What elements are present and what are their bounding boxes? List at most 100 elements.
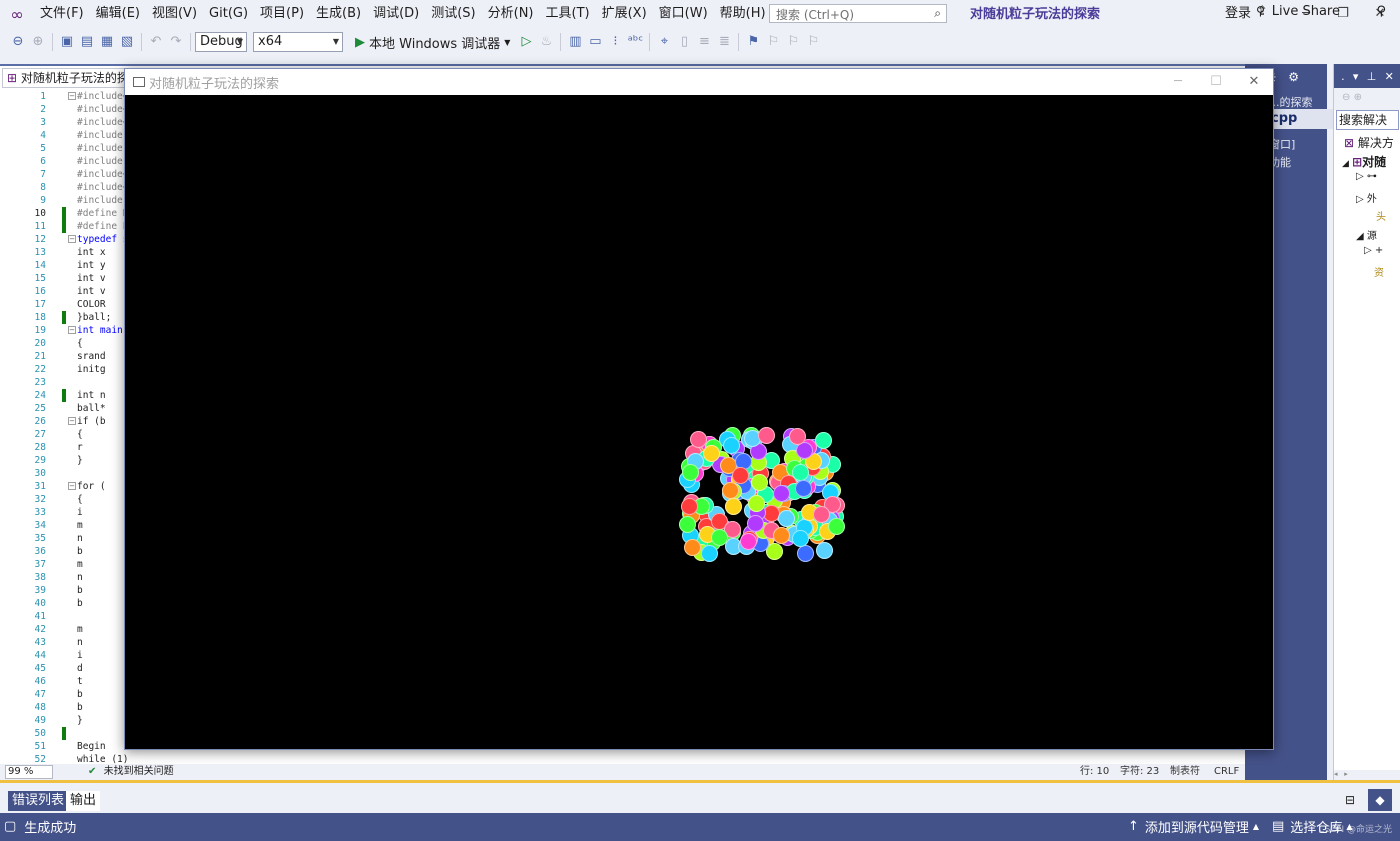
- code-line: r: [77, 442, 83, 453]
- solution-search-input[interactable]: 搜索解决: [1336, 110, 1399, 130]
- add-to-source-control-button[interactable]: ↑ 添加到源代码管理 ▲: [1128, 817, 1259, 836]
- undo-icon[interactable]: ↶: [146, 32, 166, 52]
- panel-item-explore[interactable]: ...的探索: [1269, 94, 1313, 110]
- open-file-icon[interactable]: ▤: [77, 32, 97, 52]
- login-button[interactable]: 登录: [1225, 0, 1251, 28]
- fold-toggle-icon[interactable]: −: [68, 482, 76, 490]
- solution-explorer-header: . ▾ ⊥ ✕: [1334, 64, 1400, 88]
- new-project-icon[interactable]: ▣: [57, 32, 77, 52]
- close-icon[interactable]: ✕: [1235, 69, 1273, 95]
- line-ending-indicator[interactable]: CRLF: [1214, 765, 1239, 779]
- gear-icon[interactable]: ⚙: [1288, 70, 1299, 84]
- line-number: 14: [34, 260, 46, 271]
- search-input[interactable]: 搜索 (Ctrl+Q) ⌕: [769, 4, 947, 23]
- forward-icon[interactable]: ⊕: [1354, 92, 1362, 103]
- source-files-node[interactable]: ◢ 源: [1356, 227, 1377, 242]
- format-icon[interactable]: ▯: [674, 32, 694, 52]
- abc-check-icon[interactable]: ᵃᵇᶜ: [625, 32, 645, 52]
- header-files-node[interactable]: 头: [1376, 208, 1386, 223]
- menu-item[interactable]: 测试(S): [425, 0, 481, 28]
- fold-toggle-icon[interactable]: −: [68, 235, 76, 243]
- tabs-indicator[interactable]: 制表符: [1170, 765, 1200, 779]
- spell-check-icon[interactable]: ⁝: [605, 32, 625, 52]
- solution-platform-dropdown[interactable]: x64 ▼: [253, 32, 343, 52]
- solution-configuration-dropdown[interactable]: Debug ▼: [195, 32, 247, 52]
- line-number: 34: [34, 520, 46, 531]
- menu-item[interactable]: 编辑(E): [90, 0, 146, 28]
- menu-item[interactable]: 扩展(X): [596, 0, 653, 28]
- menu-item[interactable]: 帮助(H): [714, 0, 772, 28]
- menu-item[interactable]: 项目(P): [254, 0, 310, 28]
- navigate-forward-icon[interactable]: ⊕: [28, 32, 48, 52]
- visual-studio-window: ∞ 文件(F) 编辑(E) 视图(V) Git(G) 项目(P) 生成(B) 调试(D) 测试…: [0, 0, 1400, 841]
- save-all-icon[interactable]: ▧: [117, 32, 137, 52]
- start-without-debugging-icon[interactable]: ▷: [516, 32, 536, 52]
- redo-icon[interactable]: ↷: [166, 32, 186, 52]
- layout-icon[interactable]: ▭: [585, 32, 605, 52]
- resource-files-node[interactable]: 资: [1374, 264, 1384, 279]
- code-line: }: [77, 455, 83, 466]
- code-line: t: [77, 676, 83, 687]
- code-line: ball*: [77, 403, 106, 414]
- particle-canvas[interactable]: [125, 95, 1273, 749]
- menu-item[interactable]: 工具(T): [540, 0, 596, 28]
- find-in-files-icon[interactable]: ⌖: [654, 32, 674, 52]
- navigate-back-icon[interactable]: ⊖: [8, 32, 28, 52]
- line-number: 16: [34, 286, 46, 297]
- save-icon[interactable]: ▦: [97, 32, 117, 52]
- more-options-icon[interactable]: .: [1341, 70, 1345, 83]
- external-deps-node[interactable]: ▷ 外: [1356, 190, 1377, 205]
- panel-item-cpp[interactable]: cpp: [1269, 109, 1343, 129]
- tab-error-list[interactable]: 错误列表: [8, 791, 69, 811]
- chevron-down-icon[interactable]: ▾: [1353, 70, 1359, 83]
- prev-bookmark-icon[interactable]: ⚐: [763, 32, 783, 52]
- minimize-icon[interactable]: ─: [1159, 69, 1197, 95]
- bookmark-icon[interactable]: ⚑: [743, 32, 763, 52]
- graphics-window-titlebar[interactable]: 对随机粒子玩法的探索 ─ ☐ ✕: [125, 69, 1273, 95]
- hot-reload-icon[interactable]: ♨: [536, 32, 556, 52]
- pin-icon[interactable]: ⊥: [1367, 70, 1377, 83]
- fold-toggle-icon[interactable]: −: [68, 417, 76, 425]
- fold-toggle-icon[interactable]: −: [68, 326, 76, 334]
- line-number: 32: [34, 494, 46, 505]
- solution-explorer-icon[interactable]: ▥: [565, 32, 585, 52]
- menu-item[interactable]: 视图(V): [146, 0, 203, 28]
- tab-output[interactable]: 输出: [66, 791, 101, 811]
- solution-explorer-tab-icon[interactable]: ⊟: [1338, 789, 1362, 811]
- menu-item[interactable]: Git(G): [203, 0, 254, 28]
- clear-bookmarks-icon[interactable]: ⚐: [803, 32, 823, 52]
- menu-item[interactable]: 文件(F): [34, 0, 90, 28]
- solution-node[interactable]: ⊠ 解决方: [1344, 134, 1394, 151]
- issues-indicator[interactable]: ✔ 未找到相关问题: [88, 765, 174, 779]
- graphics-output-window: 对随机粒子玩法的探索 ─ ☐ ✕: [124, 68, 1274, 750]
- project-node[interactable]: ◢ ⊞对随: [1342, 153, 1386, 170]
- git-changes-tab-icon[interactable]: ◆: [1368, 789, 1392, 811]
- close-panel-icon[interactable]: ✕: [1385, 70, 1394, 83]
- maximize-icon[interactable]: ☐: [1197, 69, 1235, 95]
- source-file-node[interactable]: ▷ +: [1364, 245, 1383, 256]
- line-number: 36: [34, 546, 46, 557]
- line-indicator[interactable]: 行: 10: [1080, 765, 1109, 779]
- code-line: typedef s: [77, 234, 129, 245]
- code-line: int n: [77, 390, 106, 401]
- menu-item[interactable]: 生成(B): [310, 0, 367, 28]
- zoom-dropdown[interactable]: 99 %: [5, 765, 53, 779]
- back-icon[interactable]: ⊖: [1342, 92, 1350, 103]
- change-marker: [62, 311, 66, 324]
- feedback-icon[interactable]: ⚲: [1376, 4, 1386, 19]
- comment-icon[interactable]: ≡: [694, 32, 714, 52]
- menu-item[interactable]: 窗口(W): [653, 0, 714, 28]
- live-share-button[interactable]: ⇪ Live Share: [1257, 4, 1340, 19]
- references-node[interactable]: ▷ ⊶: [1356, 171, 1377, 182]
- menu-items: 文件(F) 编辑(E) 视图(V) Git(G) 项目(P) 生成(B) 调试(D) 测试(S…: [34, 0, 772, 28]
- menu-item[interactable]: 分析(N): [482, 0, 540, 28]
- horizontal-scrollbar[interactable]: ◂ ▸: [1334, 770, 1400, 780]
- next-bookmark-icon[interactable]: ⚐: [783, 32, 803, 52]
- start-debugging-button[interactable]: ▶ 本地 Windows 调试器 ▼: [355, 33, 510, 52]
- document-tab[interactable]: ⊞ 对随机粒子玩法的探索.cpp: [2, 68, 126, 88]
- line-number: 1: [40, 91, 46, 102]
- uncomment-icon[interactable]: ≣: [714, 32, 734, 52]
- fold-toggle-icon[interactable]: −: [68, 92, 76, 100]
- menu-item[interactable]: 调试(D): [367, 0, 425, 28]
- char-indicator[interactable]: 字符: 23: [1120, 765, 1159, 779]
